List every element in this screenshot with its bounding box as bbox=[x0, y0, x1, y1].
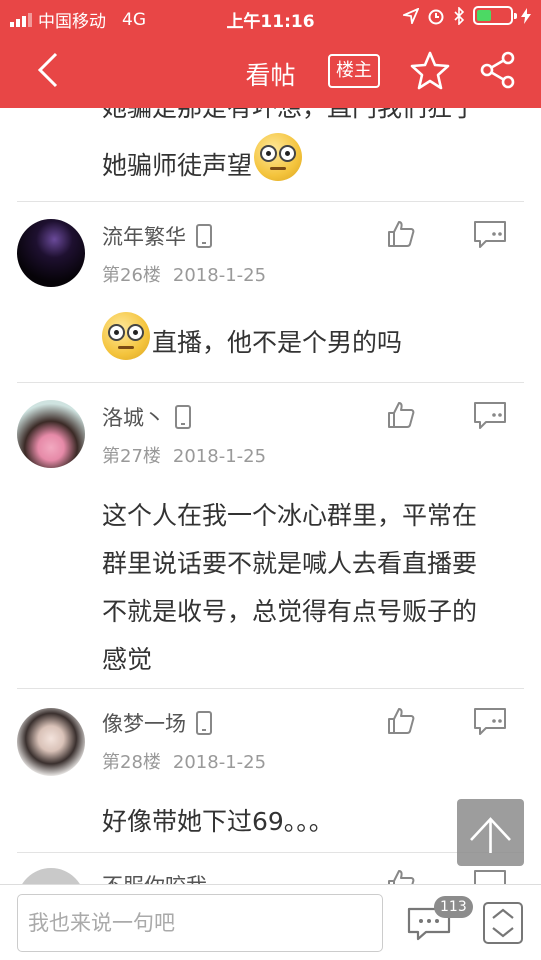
floor-number: 第26楼 bbox=[102, 265, 161, 286]
comment-icon[interactable] bbox=[472, 868, 508, 884]
comment-input[interactable]: 我也来说一句吧 bbox=[17, 894, 383, 952]
comment-icon[interactable] bbox=[472, 219, 508, 249]
arrow-up-icon bbox=[470, 817, 511, 853]
post-date: 2018-1-25 bbox=[172, 752, 267, 773]
post-text-line: 这个人在我一个冰心群里，平常在 bbox=[102, 501, 478, 530]
post-text-line: 不就是收号，总觉得有点号贩子的 bbox=[102, 597, 478, 626]
floor-number: 第27楼 bbox=[102, 446, 161, 467]
post-text-line: 感觉 bbox=[102, 645, 153, 674]
chevron-up-down-icon bbox=[492, 908, 514, 938]
share-icon[interactable] bbox=[478, 50, 518, 90]
post-text-line: 群里说话要不就是喊人去看直播要 bbox=[102, 549, 478, 578]
status-bar: 中国移动 4G 上午11:16 bbox=[0, 0, 541, 36]
thumbs-up-icon[interactable] bbox=[386, 868, 416, 884]
post-text: 直播，他不是个男的吗 bbox=[152, 328, 403, 357]
comment-count-badge: 113 bbox=[434, 896, 473, 918]
page-title: 看帖 bbox=[245, 61, 296, 90]
avatar[interactable] bbox=[17, 219, 85, 287]
charging-icon bbox=[521, 7, 531, 24]
floor-info: 第27楼 2018-1-25 bbox=[102, 442, 266, 468]
mobile-icon bbox=[196, 224, 212, 248]
previous-post-last-line: 她骗师徒声望 bbox=[102, 133, 303, 182]
username[interactable]: 不服你咬我 bbox=[102, 870, 207, 884]
post-date: 2018-1-25 bbox=[172, 446, 267, 467]
post-list[interactable]: 她骗是那是有坏想，直门我们狂了 她骗师徒声望 流年繁华 第26楼 2018-1-2… bbox=[0, 108, 541, 884]
page-jump-button[interactable] bbox=[483, 902, 523, 944]
username[interactable]: 流年繁华 bbox=[102, 221, 186, 251]
username-row: 洛城丶 bbox=[102, 402, 191, 432]
mobile-icon bbox=[175, 405, 191, 429]
username-row: 流年繁华 bbox=[102, 221, 212, 251]
comment-icon[interactable] bbox=[472, 400, 508, 430]
bottom-bar: 我也来说一句吧 113 bbox=[0, 884, 541, 960]
navigation-bar: 看帖 楼主 bbox=[0, 36, 541, 108]
post-body: 这个人在我一个冰心群里，平常在 群里说话要不就是喊人去看直播要 不就是收号，总觉… bbox=[102, 492, 522, 684]
avatar[interactable] bbox=[17, 708, 85, 776]
username-row: 像梦一场 bbox=[102, 708, 212, 738]
only-owner-button[interactable]: 楼主 bbox=[328, 54, 380, 88]
divider bbox=[17, 201, 524, 202]
divider bbox=[17, 382, 524, 383]
mobile-icon bbox=[196, 711, 212, 735]
previous-post-cut-line: 她骗是那是有坏想，直门我们狂了 bbox=[102, 108, 477, 124]
avatar[interactable] bbox=[17, 868, 85, 884]
floor-number: 第28楼 bbox=[102, 752, 161, 773]
floor-info: 第26楼 2018-1-25 bbox=[102, 261, 266, 287]
thumbs-up-icon[interactable] bbox=[386, 706, 416, 736]
username[interactable]: 像梦一场 bbox=[102, 708, 186, 738]
location-icon bbox=[403, 7, 419, 24]
thumbs-up-icon[interactable] bbox=[386, 400, 416, 430]
floor-info: 第28楼 2018-1-25 bbox=[102, 748, 266, 774]
post-body: 直播，他不是个男的吗 bbox=[102, 312, 522, 367]
divider bbox=[17, 688, 524, 689]
shocked-face-icon bbox=[102, 312, 150, 360]
scroll-to-top-button[interactable] bbox=[457, 799, 524, 866]
star-icon[interactable] bbox=[410, 50, 450, 90]
divider bbox=[17, 852, 524, 853]
alarm-icon bbox=[428, 9, 444, 24]
comment-icon[interactable] bbox=[472, 706, 508, 736]
previous-post-text: 她骗师徒声望 bbox=[102, 151, 253, 180]
avatar[interactable] bbox=[17, 400, 85, 468]
thumbs-up-icon[interactable] bbox=[386, 219, 416, 249]
shocked-face-icon bbox=[254, 133, 303, 181]
username-row: 不服你咬我 bbox=[102, 870, 207, 884]
bluetooth-icon bbox=[454, 6, 465, 25]
battery-icon bbox=[473, 6, 517, 25]
post-date: 2018-1-25 bbox=[172, 265, 267, 286]
username[interactable]: 洛城丶 bbox=[102, 402, 165, 432]
